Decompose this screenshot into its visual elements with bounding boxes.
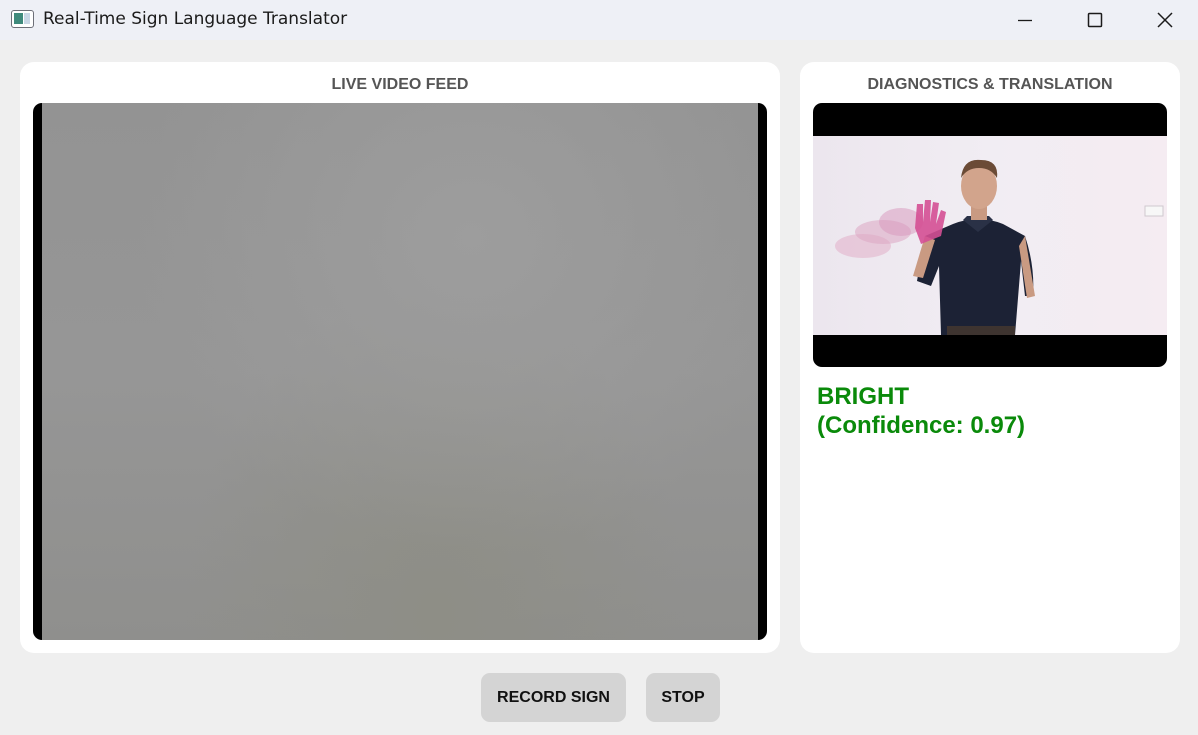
live-video-panel: LIVE VIDEO FEED: [20, 62, 780, 653]
close-button[interactable]: [1130, 0, 1198, 40]
camera-image: [42, 103, 758, 640]
diagnostics-panel: DIAGNOSTICS & TRANSLATION BRIGHT (Confid…: [800, 62, 1180, 653]
diagnostic-preview-image: [813, 136, 1167, 335]
minimize-button[interactable]: [990, 0, 1060, 40]
title-bar: Real-Time Sign Language Translator: [0, 0, 1198, 40]
stop-button[interactable]: STOP: [646, 673, 720, 722]
confidence-value: (Confidence: 0.97): [817, 412, 1026, 439]
maximize-icon: [1087, 12, 1103, 28]
live-video-heading: LIVE VIDEO FEED: [331, 76, 469, 93]
translation-result: BRIGHT (Confidence: 0.97): [817, 382, 1025, 440]
live-video-feed: [33, 103, 767, 640]
predicted-sign: BRIGHT: [817, 383, 909, 410]
maximize-button[interactable]: [1060, 0, 1130, 40]
diagnostics-heading: DIAGNOSTICS & TRANSLATION: [867, 76, 1113, 93]
window-title: Real-Time Sign Language Translator: [43, 9, 348, 29]
minimize-icon: [1018, 19, 1032, 22]
close-icon: [1157, 12, 1173, 28]
app-icon: [11, 10, 34, 28]
diagnostic-preview: [813, 103, 1167, 367]
record-sign-button[interactable]: RECORD SIGN: [481, 673, 626, 722]
